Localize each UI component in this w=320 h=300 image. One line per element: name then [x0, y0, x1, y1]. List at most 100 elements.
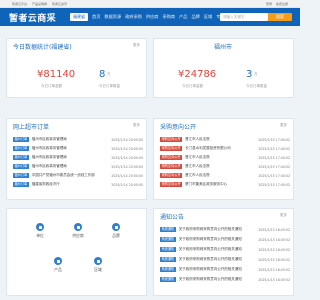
notice-tag: 系统通知: [160, 267, 176, 272]
city-order-amount: ¥24786: [178, 69, 217, 80]
list-item[interactable]: 采购意向公开 晋江市人民法院 2025/1/15 17:40:02: [160, 164, 290, 169]
main-nav: 首页 数据资源 政府采购 供应商 采购商 产品 品牌 区域 专题: [92, 13, 225, 21]
category-supplier[interactable]: 供应商: [63, 223, 93, 239]
account-links: 登录 免费注册: [266, 2, 288, 6]
list-item[interactable]: 采购意向公开 长汀县水利发展投资有限公司 2025/1/15 17:40:02: [160, 146, 290, 151]
city-order-count-label: 今日订单数量: [246, 84, 267, 88]
purchase-date: 2025/1/15 17:40:02: [258, 146, 290, 151]
nav-region[interactable]: 区域: [204, 13, 212, 21]
region-selector[interactable]: 福建省: [70, 13, 88, 21]
order-tag: 福州订单: [13, 164, 29, 169]
user-icon: [36, 223, 44, 231]
notice-more-link[interactable]: 更多: [280, 213, 287, 218]
order-date: 2025/1/14 20:00:00: [111, 146, 143, 151]
category-unit[interactable]: 单位: [25, 223, 55, 239]
notice-date: 2025/1/15 18:45:52: [258, 257, 290, 262]
category-label: 供应商: [72, 233, 84, 238]
box-icon: [54, 257, 62, 265]
notice-date: 2025/1/15 18:45:52: [258, 277, 290, 282]
city-order-count-unit: 万: [254, 72, 258, 76]
top-links: 暂者云平台 产品采购网 暂者云资讯: [12, 2, 67, 6]
list-item[interactable]: 采购意向公开 晋江市人民法院 2025/1/15 17:40:02: [160, 173, 290, 178]
purchase-date: 2025/1/15 17:40:02: [258, 164, 290, 169]
nav-supplier[interactable]: 供应商: [146, 13, 159, 21]
list-item[interactable]: 系统通知 关于政府采购网采购意向公开的相关通知 2025/1/15 18:45:52: [160, 237, 290, 242]
list-item[interactable]: 福州订单 福建省财政经济厅 2025/1/14 20:00:00: [13, 182, 143, 187]
notice-panel: 通知公告 更多 系统通知 关于政府采购网采购意向公开的相关通知 2025/1/15 …: [153, 208, 294, 296]
search-input[interactable]: 请输入关键字: [220, 13, 268, 21]
order-tag: 福州订单: [13, 182, 29, 187]
main-header: 暂者云商采 福建省 首页 数据资源 政府采购 供应商 采购商 产品 品牌 区域 …: [0, 8, 300, 26]
search-button[interactable]: 搜索: [268, 13, 292, 21]
list-item[interactable]: 采购意向公开 厦门市集美区政务服务中心 2025/1/15 17:40:02: [160, 182, 290, 187]
purchase-tag: 采购意向公开: [160, 182, 183, 187]
list-item[interactable]: 系统通知 关于政府采购网采购意向公开的相关通知 2025/1/15 18:45:52: [160, 257, 290, 262]
orders-more-link[interactable]: 更多: [133, 123, 140, 128]
nav-home[interactable]: 首页: [92, 13, 100, 21]
nav-data[interactable]: 数据资源: [104, 13, 121, 21]
order-count-unit: 万: [107, 72, 111, 76]
login-link[interactable]: 登录: [266, 2, 272, 6]
nav-brand[interactable]: 品牌: [191, 13, 199, 21]
list-item[interactable]: 采购意向公开 晋江市人民法院 2025/1/15 17:40:02: [160, 137, 290, 142]
purchase-title: 采购意向公开: [160, 124, 197, 131]
order-text: 福建省财政经济厅: [31, 182, 60, 186]
stats-panel-city: 福州市 ¥24786 今日订单金额 3 万 今日订单数量: [153, 38, 294, 98]
category-brand[interactable]: 品牌: [101, 223, 131, 239]
order-date: 2025/1/14 20:00:00: [111, 164, 143, 169]
orders-title: 网上超市订单: [13, 124, 50, 131]
purchase-text: 厦门市集美区政务服务中心: [185, 182, 228, 186]
site-logo[interactable]: 暂者云商采: [9, 11, 56, 24]
register-link[interactable]: 免费注册: [276, 2, 288, 6]
stats-panel-province: 今日数据统计(福建省) 更多 ¥81140 今日订单金额 8 万 今日订单数量: [6, 38, 147, 98]
category-product[interactable]: 产品: [43, 257, 73, 273]
tag-icon: [112, 223, 120, 231]
list-item[interactable]: 采购意向公开 晋江市人民法院 2025/1/15 17:40:02: [160, 155, 290, 160]
order-tag: 福州订单: [13, 146, 29, 151]
notice-tag: 系统通知: [160, 277, 176, 282]
orders-panel: 网上超市订单 更多 福州订单 福州市民政事务管理局 2025/1/14 20:00:…: [6, 118, 147, 200]
list-item[interactable]: 福州订单 中国共产党福州市委员会统一战线工作部 2025/1/14 20:00:00: [13, 173, 143, 178]
purchase-panel: 采购意向公开 更多 采购意向公开 晋江市人民法院 2025/1/15 17:40:0…: [153, 118, 294, 200]
category-label: 区域: [94, 267, 102, 272]
purchase-date: 2025/1/15 17:40:02: [258, 155, 290, 160]
order-tag: 福州订单: [13, 155, 29, 160]
nav-buyer[interactable]: 采购商: [163, 13, 176, 21]
list-item[interactable]: 福州订单 福州市民政事务管理局 2025/1/14 20:00:00: [13, 164, 143, 169]
notice-date: 2025/1/15 18:45:52: [258, 267, 290, 272]
top-link-platform[interactable]: 暂者云平台: [12, 2, 27, 6]
list-item[interactable]: 系统通知 关于政府采购网采购意向公开的相关通知 2025/1/15 18:45:52: [160, 227, 290, 232]
category-region[interactable]: 区域: [83, 257, 113, 273]
building-icon: [74, 223, 82, 231]
notice-text: 关于政府采购网采购意向公开的相关通知: [178, 277, 242, 281]
order-amount-label: 今日订单金额: [41, 84, 62, 88]
notice-title: 通知公告: [160, 214, 185, 221]
list-item[interactable]: 福州订单 福州市民政事务管理局 2025/1/14 20:00:00: [13, 137, 143, 142]
notice-tag: 系统通知: [160, 227, 176, 232]
top-link-news[interactable]: 暂者云资讯: [52, 2, 67, 6]
notice-date: 2025/1/15 18:45:52: [258, 237, 290, 242]
purchase-tag: 采购意向公开: [160, 146, 183, 151]
list-item[interactable]: 福州订单 福州市民政事务管理局 2025/1/14 20:00:00: [13, 146, 143, 151]
stats-more-link[interactable]: 更多: [133, 43, 140, 48]
order-text: 福州市民政事务管理局: [31, 164, 67, 168]
list-item[interactable]: 福州订单 福州市民政事务管理局 2025/1/14 20:00:00: [13, 155, 143, 160]
order-text: 福州市民政事务管理局: [31, 137, 67, 141]
notice-date: 2025/1/15 18:45:52: [258, 247, 290, 252]
purchase-tag: 采购意向公开: [160, 155, 183, 160]
order-date: 2025/1/14 20:00:00: [111, 182, 143, 187]
notice-text: 关于政府采购网采购意向公开的相关通知: [178, 237, 242, 241]
purchase-more-link[interactable]: 更多: [280, 123, 287, 128]
nav-product[interactable]: 产品: [179, 13, 187, 21]
list-item[interactable]: 系统通知 关于政府采购网采购意向公开的相关通知 2025/1/15 18:45:52: [160, 267, 290, 272]
category-label: 单位: [36, 233, 44, 238]
list-item[interactable]: 系统通知 关于政府采购网采购意向公开的相关通知 2025/1/15 18:45:52: [160, 247, 290, 252]
top-link-purchase[interactable]: 产品采购网: [32, 2, 47, 6]
notice-tag: 系统通知: [160, 247, 176, 252]
order-date: 2025/1/14 20:00:00: [111, 137, 143, 142]
list-item[interactable]: 系统通知 关于政府采购网采购意向公开的相关通知 2025/1/15 18:45:52: [160, 277, 290, 282]
order-tag: 福州订单: [13, 173, 29, 178]
city-order-count: 3: [246, 69, 253, 80]
nav-gov[interactable]: 政府采购: [125, 13, 142, 21]
purchase-text: 晋江市人民法院: [185, 155, 210, 159]
